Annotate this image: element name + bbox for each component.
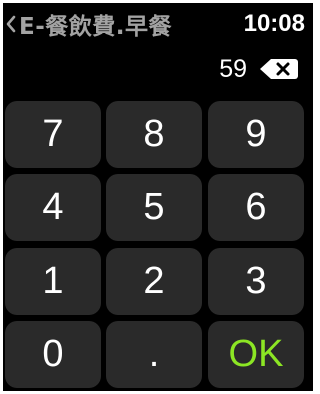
back-button[interactable]: E-餐飲費.早餐 <box>3 7 223 41</box>
page-title: E-餐飲費.早餐 <box>19 14 172 40</box>
amount-value: 59 <box>219 55 247 83</box>
key-4[interactable]: 4 <box>5 174 101 241</box>
amount-display: 59 <box>3 51 313 87</box>
backspace-icon <box>260 59 298 79</box>
key-7[interactable]: 7 <box>5 101 101 168</box>
chevron-left-icon <box>3 7 19 41</box>
clock: 10:08 <box>243 10 305 37</box>
key-decimal[interactable]: . <box>106 321 202 388</box>
title-bar: E-餐飲費.早餐 10:08 <box>3 3 313 45</box>
key-0[interactable]: 0 <box>5 321 101 388</box>
watch-screen: E-餐飲費.早餐 10:08 59 7 8 9 4 5 6 1 2 3 0 . … <box>3 3 313 391</box>
keypad: 7 8 9 4 5 6 1 2 3 0 . OK <box>3 99 313 391</box>
key-8[interactable]: 8 <box>106 101 202 168</box>
key-1[interactable]: 1 <box>5 248 101 315</box>
key-3[interactable]: 3 <box>208 248 304 315</box>
key-2[interactable]: 2 <box>106 248 202 315</box>
key-9[interactable]: 9 <box>208 101 304 168</box>
key-6[interactable]: 6 <box>208 174 304 241</box>
delete-button[interactable] <box>259 58 299 80</box>
key-5[interactable]: 5 <box>106 174 202 241</box>
ok-button[interactable]: OK <box>208 321 304 388</box>
